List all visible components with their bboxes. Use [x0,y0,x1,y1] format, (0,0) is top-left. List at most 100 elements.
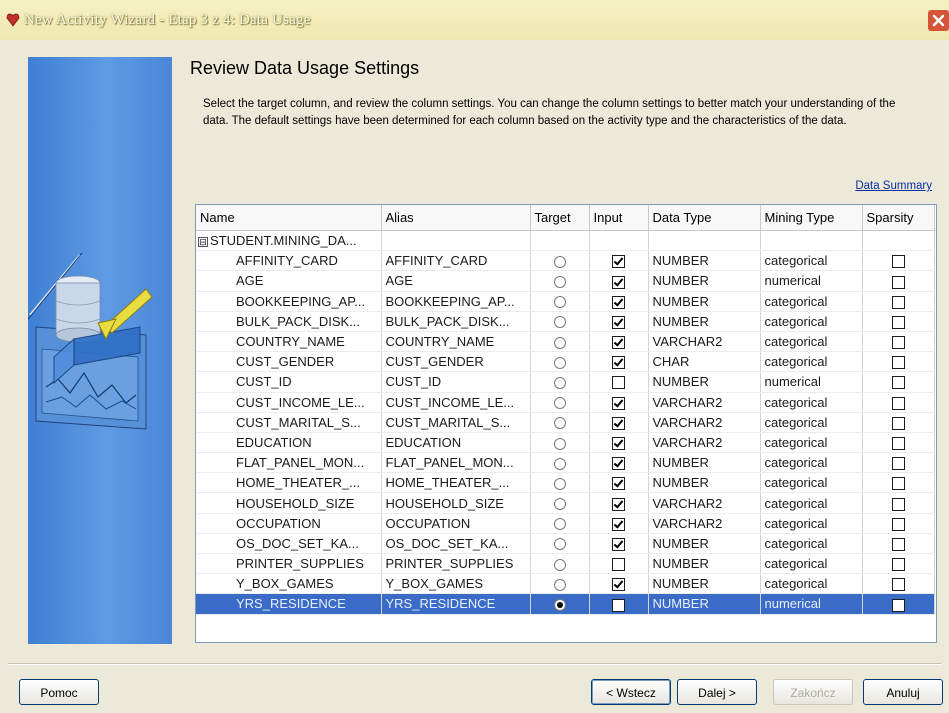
input-checkbox[interactable] [612,275,625,289]
alias-cell[interactable]: OS_DOC_SET_KA... [381,533,531,555]
alias-cell[interactable]: COUNTRY_NAME [381,331,531,353]
target-radio[interactable] [553,538,566,551]
alias-cell[interactable]: OCCUPATION [381,513,531,534]
input-checkbox[interactable] [612,396,625,410]
column-header-sparsity[interactable]: Sparsity [862,205,935,231]
table-row[interactable]: BULK_PACK_DISK... BULK_PACK_DISK... NUMBER… [196,311,935,332]
target-radio[interactable] [553,457,566,470]
target-radio[interactable] [553,498,566,511]
table-row[interactable]: PRINTER_SUPPLIES PRINTER_SUPPLIES NUMBER ca… [196,553,935,575]
collapse-icon[interactable]: ⊟ [198,236,208,247]
sparsity-checkbox[interactable] [891,457,905,471]
table-row[interactable]: AGE AGE NUMBER numerical [196,270,935,292]
column-header-data-type[interactable]: Data Type [648,205,761,231]
alias-cell[interactable]: CUST_MARITAL_S... [381,412,531,433]
input-checkbox[interactable] [612,598,625,612]
input-checkbox[interactable] [612,477,625,491]
alias-cell[interactable]: HOME_THEATER_... [381,472,531,494]
target-radio[interactable] [553,437,566,450]
input-checkbox[interactable] [612,416,625,430]
alias-cell[interactable]: PRINTER_SUPPLIES [381,553,531,575]
sparsity-checkbox[interactable] [891,315,905,329]
alias-cell[interactable]: AGE [381,270,531,292]
table-group-row[interactable]: ⊟ STUDENT.MINING_DA... [196,230,935,252]
input-checkbox[interactable] [612,295,625,309]
target-radio[interactable] [553,336,566,349]
target-radio[interactable] [553,599,566,612]
sparsity-checkbox[interactable] [891,295,905,309]
cancel-button[interactable]: Anuluj [863,679,943,705]
table-row[interactable]: OCCUPATION OCCUPATION VARCHAR2 categorical [196,513,935,534]
column-header-alias[interactable]: Alias [381,205,531,231]
alias-cell[interactable]: BULK_PACK_DISK... [381,311,531,332]
table-row[interactable]: FLAT_PANEL_MON... FLAT_PANEL_MON... NUMBER… [196,452,935,474]
table-row[interactable]: OS_DOC_SET_KA... OS_DOC_SET_KA... NUMBER ca… [196,533,935,555]
sparsity-checkbox[interactable] [891,537,905,551]
sparsity-checkbox[interactable] [891,336,905,350]
input-checkbox[interactable] [612,255,625,269]
target-radio[interactable] [553,276,566,289]
target-radio[interactable] [553,417,566,430]
table-row[interactable]: COUNTRY_NAME COUNTRY_NAME VARCHAR2 categori… [196,331,935,353]
target-radio[interactable] [553,558,566,571]
input-checkbox[interactable] [612,517,625,531]
sparsity-checkbox[interactable] [891,598,905,612]
alias-cell[interactable]: FLAT_PANEL_MON... [381,452,531,474]
data-summary-link[interactable]: Data Summary [855,180,932,192]
column-header-target[interactable]: Target [530,205,590,231]
alias-cell[interactable]: YRS_RESIDENCE [381,593,531,615]
sparsity-checkbox[interactable] [891,437,905,450]
table-row[interactable]: BOOKKEEPING_AP... BOOKKEEPING_AP... NUMBER… [196,291,935,312]
table-row[interactable]: HOUSEHOLD_SIZE HOUSEHOLD_SIZE VARCHAR2 cate… [196,492,935,514]
table-row[interactable]: CUST_ID CUST_ID NUMBER numerical [196,371,935,393]
sparsity-checkbox[interactable] [891,578,905,592]
input-checkbox[interactable] [612,356,625,370]
close-button[interactable] [928,10,949,31]
sparsity-checkbox[interactable] [891,356,905,370]
input-checkbox[interactable] [612,457,625,471]
input-checkbox[interactable] [612,497,625,511]
table-row[interactable]: CUST_INCOME_LE... CUST_INCOME_LE... VARCHA… [196,392,935,413]
alias-cell[interactable]: AFFINITY_CARD [381,250,531,272]
input-checkbox[interactable] [612,537,625,551]
help-button[interactable]: Pomoc [19,679,99,705]
sparsity-checkbox[interactable] [891,255,905,269]
table-row[interactable]: YRS_RESIDENCE YRS_RESIDENCE NUMBER numerica… [196,593,935,615]
next-button[interactable]: Dalej > [677,679,757,705]
table-row[interactable]: HOME_THEATER_... HOME_THEATER_... NUMBER ca… [196,472,935,494]
target-radio[interactable] [553,356,566,369]
sparsity-checkbox[interactable] [891,396,905,410]
alias-cell[interactable]: EDUCATION [381,432,531,454]
target-radio[interactable] [553,296,566,309]
back-button[interactable]: < Wstecz [591,679,671,705]
alias-cell[interactable]: CUST_ID [381,371,531,393]
alias-cell[interactable]: HOUSEHOLD_SIZE [381,492,531,514]
alias-cell[interactable]: Y_BOX_GAMES [381,573,531,595]
target-radio[interactable] [553,477,566,490]
target-radio[interactable] [553,255,566,268]
sparsity-checkbox[interactable] [891,275,905,289]
sparsity-checkbox[interactable] [891,376,905,390]
sparsity-checkbox[interactable] [891,497,905,511]
input-checkbox[interactable] [612,336,625,350]
alias-cell[interactable]: BOOKKEEPING_AP... [381,291,531,312]
input-checkbox[interactable] [612,578,625,592]
target-radio[interactable] [553,376,566,389]
sparsity-checkbox[interactable] [891,416,905,430]
alias-cell[interactable]: CUST_GENDER [381,351,531,373]
column-header-name[interactable]: Name [196,205,382,231]
table-row[interactable]: Y_BOX_GAMES Y_BOX_GAMES NUMBER categorical [196,573,935,595]
table-row[interactable]: EDUCATION EDUCATION VARCHAR2 categorical [196,432,935,454]
table-row[interactable]: AFFINITY_CARD AFFINITY_CARD NUMBER categori… [196,250,935,272]
target-radio[interactable] [553,518,566,531]
input-checkbox[interactable] [612,376,625,390]
sparsity-checkbox[interactable] [891,477,905,491]
target-radio[interactable] [553,397,566,410]
column-header-mining-type[interactable]: Mining Type [760,205,863,231]
finish-button[interactable]: Zakończ [773,679,853,705]
alias-cell[interactable]: CUST_INCOME_LE... [381,392,531,413]
column-header-input[interactable]: Input [589,205,649,231]
table-row[interactable]: CUST_GENDER CUST_GENDER CHAR categorical [196,351,935,373]
target-radio[interactable] [553,316,566,329]
input-checkbox[interactable] [612,437,625,450]
